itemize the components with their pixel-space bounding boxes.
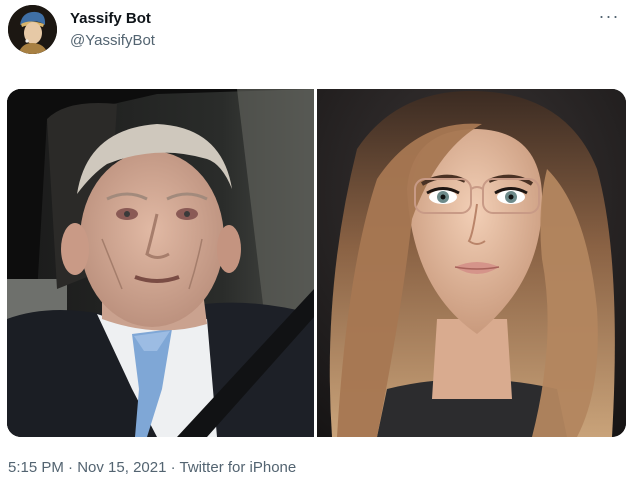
tweet-metadata: 5:15 PM · Nov 15, 2021 · Twitter for iPh… [8,459,296,477]
avatar-image [8,5,57,54]
tweet-date[interactable]: Nov 15, 2021 [77,459,166,476]
right-photo-illustration [317,89,626,437]
author-handle[interactable]: @YassifyBot [70,32,155,50]
meta-separator: · [166,459,180,476]
left-photo-illustration [7,89,314,437]
tweet-media[interactable] [7,89,626,437]
tweet-time[interactable]: 5:15 PM [8,459,64,476]
more-options-icon[interactable]: ··· [595,6,623,26]
author-avatar[interactable] [8,5,57,54]
elderly-man-in-car-photo[interactable] [7,89,314,437]
tweet-source[interactable]: Twitter for iPhone [180,459,297,476]
yassified-woman-portrait[interactable] [317,89,626,437]
tweet: Yassify Bot @YassifyBot ··· 5:15 PM · No… [0,0,632,481]
meta-separator: · [63,459,78,476]
author-display-name[interactable]: Yassify Bot [70,10,151,28]
